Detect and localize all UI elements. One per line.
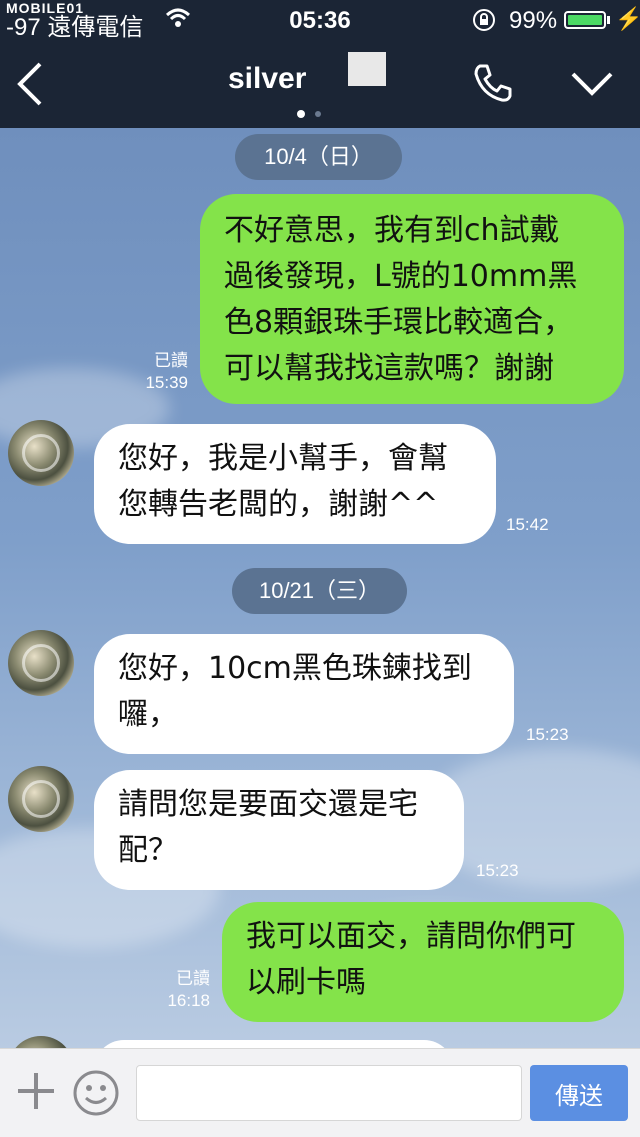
- message-bubble-received[interactable]: 您好，10cm黑色珠鍊找到 囉，: [94, 634, 514, 754]
- message-line: 可以幫我找這款嗎？謝謝: [224, 351, 554, 386]
- message-bubble-sent[interactable]: 我可以面交，請問你們可 以刷卡嗎: [222, 902, 624, 1022]
- phone-icon[interactable]: [472, 62, 514, 108]
- chevron-left-icon[interactable]: [14, 60, 46, 112]
- message-line: 請問您是要面交還是宅: [118, 787, 418, 822]
- send-button[interactable]: 傳送: [530, 1065, 628, 1121]
- message-line: 我可以面交，請問你們可: [246, 919, 576, 954]
- message-line: 囉，: [118, 697, 178, 732]
- message-meta: 已讀 15:39: [120, 350, 188, 394]
- chat-title: silver: [228, 62, 307, 95]
- rotation-lock-icon: [472, 8, 496, 39]
- timestamp: 16:18: [167, 991, 210, 1010]
- input-bar: 傳送: [0, 1048, 640, 1137]
- emoji-icon[interactable]: [72, 1069, 120, 1121]
- redacted-name: [348, 52, 386, 86]
- date-separator: 10/21（三）: [232, 568, 407, 614]
- avatar[interactable]: [8, 420, 74, 486]
- timestamp: 15:23: [476, 861, 519, 880]
- timestamp: 15:23: [526, 725, 569, 744]
- message-input[interactable]: [136, 1065, 522, 1121]
- timestamp: 15:39: [145, 373, 188, 392]
- message-meta: 已讀 16:18: [142, 968, 210, 1012]
- message-line: 不好意思，我有到ch試戴: [224, 213, 560, 248]
- message-bubble-received[interactable]: 您好，我是小幫手，會幫 您轉告老闆的，謝謝^^: [94, 424, 496, 544]
- page-dots: [296, 104, 336, 123]
- plus-icon[interactable]: [14, 1069, 58, 1117]
- message-line: 過後發現，L號的10mm黑: [224, 259, 578, 294]
- message-line: 配？: [118, 833, 178, 868]
- message-line: 以刷卡嗎: [246, 965, 366, 1000]
- battery-icon: [564, 11, 606, 29]
- message-line: 您轉告老闆的，謝謝^^: [118, 487, 439, 522]
- timestamp: 15:42: [506, 515, 549, 534]
- battery-percent: 99%: [509, 7, 558, 34]
- message-bubble-received[interactable]: 請問您是要面交還是宅 配？: [94, 770, 464, 890]
- chat-header: silver: [0, 40, 640, 128]
- date-separator: 10/4（日）: [235, 134, 402, 180]
- read-receipt: 已讀: [154, 351, 188, 370]
- charging-icon: ⚡: [615, 6, 640, 31]
- chevron-down-icon[interactable]: [570, 70, 614, 102]
- avatar[interactable]: [8, 766, 74, 832]
- message-bubble-sent[interactable]: 不好意思，我有到ch試戴 過後發現，L號的10mm黑 色8顆銀珠手環比較適合， …: [200, 194, 624, 404]
- status-bar: MOBILE01 -97 遠傳電信 05:36 99% ⚡: [0, 0, 640, 41]
- message-line: 您好，我是小幫手，會幫: [118, 441, 448, 476]
- avatar[interactable]: [8, 630, 74, 696]
- message-line: 色8顆銀珠手環比較適合，: [224, 305, 574, 340]
- read-receipt: 已讀: [176, 969, 210, 988]
- message-line: 您好，10cm黑色珠鍊找到: [118, 651, 472, 686]
